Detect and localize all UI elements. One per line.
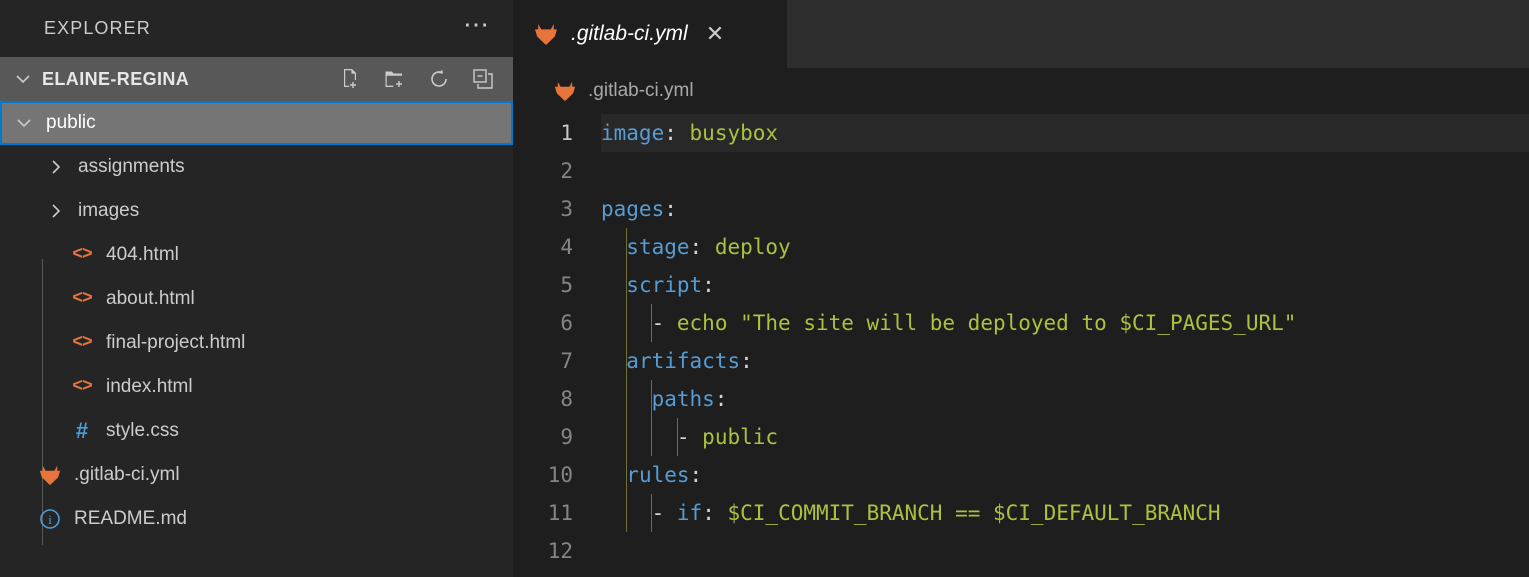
markdown-file-icon: i xyxy=(36,507,64,531)
tree-item-about-html[interactable]: <> about.html xyxy=(0,277,513,321)
gitlab-icon xyxy=(553,79,577,103)
code-line[interactable]: 2 xyxy=(513,152,1529,190)
line-number: 3 xyxy=(560,197,573,221)
code-line-text: - echo "The site will be deployed to $CI… xyxy=(651,311,1297,335)
code-line[interactable]: 11 - if: $CI_COMMIT_BRANCH == $CI_DEFAUL… xyxy=(513,494,1529,532)
line-number: 7 xyxy=(560,349,573,373)
tree-item-style-css[interactable]: # style.css xyxy=(0,409,513,453)
chevron-down-icon xyxy=(12,113,36,133)
code-line-text: - public xyxy=(676,425,779,449)
new-folder-icon[interactable] xyxy=(383,67,407,91)
tree-item-public[interactable]: public xyxy=(0,101,513,145)
code-line[interactable]: 6 - echo "The site will be deployed to $… xyxy=(513,304,1529,342)
tree-item-label: public xyxy=(46,112,96,133)
tree-item-index-html[interactable]: <> index.html xyxy=(0,365,513,409)
line-number: 10 xyxy=(547,463,573,487)
tree-item-label: style.css xyxy=(106,420,179,441)
css-file-icon: # xyxy=(75,418,89,443)
close-icon[interactable]: ✕ xyxy=(706,23,724,45)
root-folder-label: ELAINE-REGINA xyxy=(42,68,190,89)
code-line-text: image: busybox xyxy=(601,121,779,145)
tree-item-404-html[interactable]: <> 404.html xyxy=(0,233,513,277)
tree-item-readme-md[interactable]: i README.md xyxy=(0,497,513,541)
code-line-text: - if: $CI_COMMIT_BRANCH == $CI_DEFAULT_B… xyxy=(651,501,1221,525)
vscode-window: EXPLORER ⋯ ELAINE-REGINA public assignme… xyxy=(0,0,1529,577)
file-tree: public assignments images <> 404.html <> about… xyxy=(0,101,513,577)
breadcrumb: .gitlab-ci.yml xyxy=(513,68,1529,114)
tab-gitlab-ci-yml[interactable]: .gitlab-ci.yml ✕ xyxy=(513,0,787,68)
tree-item-label: .gitlab-ci.yml xyxy=(74,464,180,485)
code-editor[interactable]: 1 image: busybox 2 3 pages: 4 stage: deploy 5 … xyxy=(513,114,1529,577)
svg-text:i: i xyxy=(48,512,52,527)
code-line[interactable]: 9 - public xyxy=(513,418,1529,456)
line-number: 2 xyxy=(560,159,573,183)
code-line[interactable]: 7 artifacts: xyxy=(513,342,1529,380)
editor-tab-bar: .gitlab-ci.yml ✕ xyxy=(513,0,1529,68)
tab-label: .gitlab-ci.yml xyxy=(571,22,688,45)
chevron-right-icon xyxy=(44,157,68,177)
chevron-down-icon xyxy=(10,69,36,89)
code-line-text: rules: xyxy=(626,463,703,487)
line-number: 9 xyxy=(560,425,573,449)
code-line-text: stage: deploy xyxy=(626,235,791,259)
line-number: 1 xyxy=(560,121,573,145)
line-number: 8 xyxy=(560,387,573,411)
tree-item-label: assignments xyxy=(78,156,185,177)
tree-item-label: about.html xyxy=(106,288,195,309)
page-title: EXPLORER xyxy=(44,18,151,38)
ellipsis-icon[interactable]: ⋯ xyxy=(463,11,491,40)
code-line-text: paths: xyxy=(651,387,728,411)
code-line[interactable]: 12 xyxy=(513,532,1529,570)
tree-item-images[interactable]: images xyxy=(0,189,513,233)
editor-area: .gitlab-ci.yml ✕ .gitlab-ci.yml 1 image: … xyxy=(513,0,1529,577)
line-number: 6 xyxy=(560,311,573,335)
tree-item-final-project-html[interactable]: <> final-project.html xyxy=(0,321,513,365)
line-number: 12 xyxy=(547,539,573,563)
explorer-header: EXPLORER ⋯ xyxy=(0,0,513,57)
chevron-right-icon xyxy=(44,201,68,221)
line-number: 11 xyxy=(547,501,573,525)
explorer-sidebar: EXPLORER ⋯ ELAINE-REGINA public assignme… xyxy=(0,0,513,577)
tree-item-label: images xyxy=(78,200,140,221)
tree-item-label: index.html xyxy=(106,376,193,397)
code-line[interactable]: 5 script: xyxy=(513,266,1529,304)
gitlab-icon xyxy=(36,463,64,487)
tree-item-label: 404.html xyxy=(106,244,179,265)
html-file-icon: <> xyxy=(72,333,93,353)
code-line[interactable]: 1 image: busybox xyxy=(513,114,1529,152)
html-file-icon: <> xyxy=(72,245,93,265)
code-line-text: artifacts: xyxy=(626,349,753,373)
line-number: 4 xyxy=(560,235,573,259)
code-line-text: script: xyxy=(626,273,715,297)
tree-item-label: final-project.html xyxy=(106,332,246,353)
breadcrumb-item-file[interactable]: .gitlab-ci.yml xyxy=(588,80,694,102)
tree-item-label: README.md xyxy=(74,508,187,529)
html-file-icon: <> xyxy=(72,377,93,397)
code-line[interactable]: 8 paths: xyxy=(513,380,1529,418)
tree-item-gitlab-ci-yml[interactable]: .gitlab-ci.yml xyxy=(0,453,513,497)
tree-item-assignments[interactable]: assignments xyxy=(0,145,513,189)
new-file-icon[interactable] xyxy=(339,67,363,91)
gitlab-icon xyxy=(533,21,559,47)
code-line[interactable]: 10 rules: xyxy=(513,456,1529,494)
collapse-all-icon[interactable] xyxy=(471,67,495,91)
html-file-icon: <> xyxy=(72,289,93,309)
explorer-root-folder[interactable]: ELAINE-REGINA xyxy=(0,57,513,101)
code-line-text: pages: xyxy=(601,197,677,221)
refresh-icon[interactable] xyxy=(427,67,451,91)
code-line[interactable]: 4 stage: deploy xyxy=(513,228,1529,266)
line-number: 5 xyxy=(560,273,573,297)
explorer-actions xyxy=(339,67,495,91)
code-line[interactable]: 3 pages: xyxy=(513,190,1529,228)
